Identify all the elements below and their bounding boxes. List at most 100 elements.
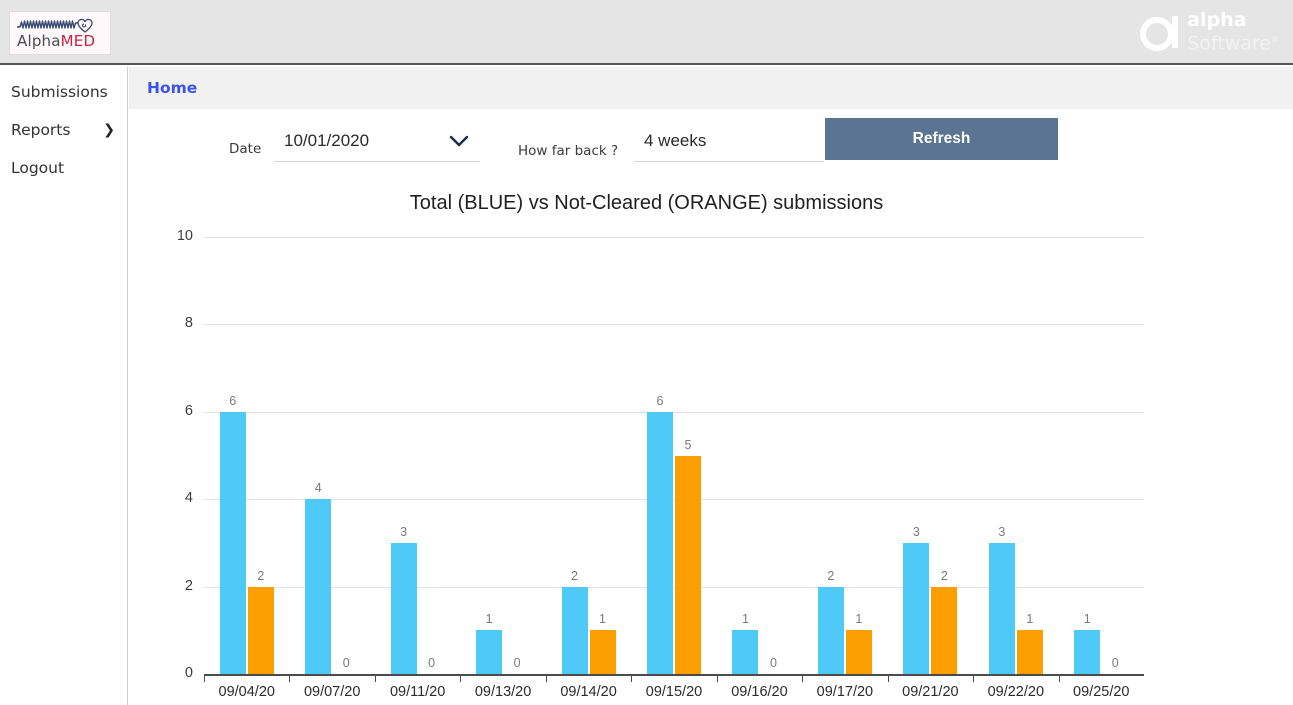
y-axis-tick-label: 4 bbox=[143, 490, 193, 506]
x-axis-tick bbox=[546, 674, 547, 682]
chart-bar-value-label: 6 bbox=[647, 394, 673, 408]
alpha-software-word2-text: Software bbox=[1187, 32, 1271, 54]
chart-bar-value-label: 1 bbox=[1017, 612, 1043, 626]
chart-bar-value-label: 1 bbox=[846, 612, 872, 626]
x-axis-tick-label: 09/16/20 bbox=[717, 684, 802, 700]
alpha-software-mark-icon bbox=[1139, 12, 1179, 52]
x-axis-tick bbox=[802, 674, 803, 682]
chart-bar-value-label: 6 bbox=[220, 394, 246, 408]
chart-bar-value-label: 0 bbox=[333, 656, 359, 670]
chart-bar-value-label: 0 bbox=[1102, 656, 1128, 670]
x-axis-tick-label: 09/22/20 bbox=[973, 684, 1058, 700]
alpha-software-word2: Software® bbox=[1187, 30, 1279, 53]
x-axis-tick bbox=[888, 674, 889, 682]
chevron-down-icon bbox=[448, 134, 470, 148]
breadcrumb-home-link[interactable]: Home bbox=[147, 79, 197, 97]
chart-bar[interactable] bbox=[931, 587, 957, 674]
chart-gridline bbox=[204, 412, 1144, 413]
chart-bar-value-label: 1 bbox=[476, 612, 502, 626]
x-axis-tick-label: 09/04/20 bbox=[204, 684, 289, 700]
chart-container: Total (BLUE) vs Not-Cleared (ORANGE) sub… bbox=[129, 180, 1293, 705]
chart-bar-value-label: 1 bbox=[1074, 612, 1100, 626]
how-far-back-field[interactable] bbox=[634, 120, 824, 162]
x-axis-tick-label: 09/21/20 bbox=[888, 684, 973, 700]
x-axis-tick-label: 09/15/20 bbox=[631, 684, 716, 700]
x-axis-tick bbox=[460, 674, 461, 682]
x-axis-tick bbox=[375, 674, 376, 682]
chart-bar-value-label: 2 bbox=[562, 569, 588, 583]
sidebar-nav: Submissions Reports ❯ Logout bbox=[0, 67, 128, 705]
chart-bar[interactable] bbox=[476, 630, 502, 674]
chart-bar[interactable] bbox=[248, 587, 274, 674]
chart-bar-value-label: 3 bbox=[391, 525, 417, 539]
app-root: AlphaMED alpha Software® Submissions Rep… bbox=[0, 0, 1293, 705]
x-axis-tick bbox=[973, 674, 974, 682]
x-axis-tick-label: 09/13/20 bbox=[460, 684, 545, 700]
chart-bar[interactable] bbox=[818, 587, 844, 674]
refresh-button[interactable]: Refresh bbox=[825, 118, 1058, 160]
y-axis-tick-label: 2 bbox=[143, 578, 193, 594]
chart-plot-area: 024681009/04/206209/07/204009/11/203009/… bbox=[129, 180, 1293, 705]
sidebar-item-reports[interactable]: Reports ❯ bbox=[0, 111, 127, 149]
registered-mark: ® bbox=[1271, 35, 1279, 44]
x-axis-tick bbox=[631, 674, 632, 682]
how-far-back-input[interactable] bbox=[642, 130, 824, 152]
date-value: 10/01/2020 bbox=[284, 131, 369, 151]
chart-gridline bbox=[204, 237, 1144, 238]
sidebar-item-label: Logout bbox=[11, 159, 64, 177]
app-header: AlphaMED alpha Software® bbox=[0, 0, 1293, 65]
how-far-back-label: How far back ? bbox=[518, 143, 618, 159]
filter-toolbar: Date 10/01/2020 How far back ? Refresh bbox=[129, 110, 1293, 178]
sidebar-item-label: Reports bbox=[11, 121, 70, 139]
chart-bar[interactable] bbox=[562, 587, 588, 674]
x-axis-tick-label: 09/25/20 bbox=[1059, 684, 1144, 700]
x-axis-line bbox=[204, 674, 1144, 676]
x-axis-tick-label: 09/17/20 bbox=[802, 684, 887, 700]
chart-bar-value-label: 0 bbox=[504, 656, 530, 670]
alphamed-logo: AlphaMED bbox=[9, 11, 111, 55]
date-select[interactable]: 10/01/2020 bbox=[274, 120, 480, 162]
chart-bar-value-label: 1 bbox=[732, 612, 758, 626]
chart-bar[interactable] bbox=[590, 630, 616, 674]
chart-gridline bbox=[204, 324, 1144, 325]
x-axis-tick-label: 09/14/20 bbox=[546, 684, 631, 700]
x-axis-tick-label: 09/07/20 bbox=[289, 684, 374, 700]
chart-bar[interactable] bbox=[1017, 630, 1043, 674]
date-label: Date bbox=[229, 141, 261, 157]
chart-bar[interactable] bbox=[903, 543, 929, 674]
logo-med-text: MED bbox=[61, 32, 96, 50]
chart-bar-value-label: 1 bbox=[590, 612, 616, 626]
ekg-heart-icon bbox=[16, 15, 102, 33]
chart-bar[interactable] bbox=[391, 543, 417, 674]
chart-bar-value-label: 5 bbox=[675, 438, 701, 452]
x-axis-tick bbox=[717, 674, 718, 682]
alpha-software-word1: alpha bbox=[1187, 11, 1279, 30]
y-axis-tick-label: 0 bbox=[143, 665, 193, 681]
alphamed-logo-text: AlphaMED bbox=[17, 33, 106, 49]
chart-bar[interactable] bbox=[305, 499, 331, 674]
chart-gridline bbox=[204, 499, 1144, 500]
breadcrumb: Home bbox=[129, 67, 1293, 109]
chart-bar[interactable] bbox=[1074, 630, 1100, 674]
chart-bar-value-label: 4 bbox=[305, 481, 331, 495]
sidebar-item-submissions[interactable]: Submissions bbox=[0, 73, 127, 111]
sidebar-item-logout[interactable]: Logout bbox=[0, 149, 127, 187]
chart-bar[interactable] bbox=[732, 630, 758, 674]
x-axis-tick bbox=[1059, 674, 1060, 682]
chart-bar-value-label: 3 bbox=[989, 525, 1015, 539]
chart-bar-value-label: 0 bbox=[760, 656, 786, 670]
chart-bar-value-label: 2 bbox=[248, 569, 274, 583]
chart-bar[interactable] bbox=[846, 630, 872, 674]
chevron-right-icon: ❯ bbox=[103, 123, 115, 137]
y-axis-tick-label: 10 bbox=[143, 228, 193, 244]
x-axis-tick-label: 09/11/20 bbox=[375, 684, 460, 700]
chart-bar[interactable] bbox=[989, 543, 1015, 674]
chart-bar-value-label: 2 bbox=[931, 569, 957, 583]
sidebar-item-label: Submissions bbox=[11, 83, 108, 101]
x-axis-tick bbox=[204, 674, 205, 682]
y-axis-tick-label: 8 bbox=[143, 315, 193, 331]
chart-bar[interactable] bbox=[220, 412, 246, 674]
chart-bar[interactable] bbox=[647, 412, 673, 674]
chart-bar-value-label: 0 bbox=[419, 656, 445, 670]
chart-bar[interactable] bbox=[675, 456, 701, 675]
